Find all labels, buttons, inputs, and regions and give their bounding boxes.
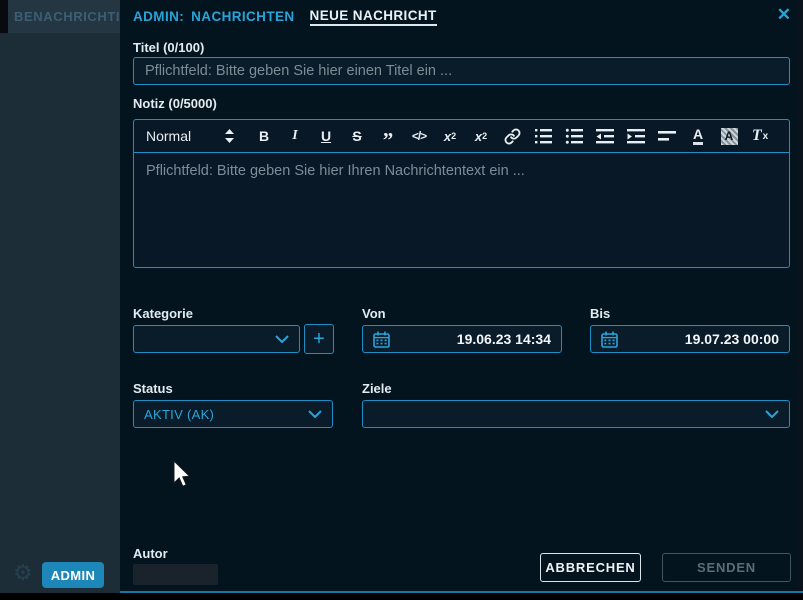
background-color-icon[interactable]: A (719, 124, 739, 148)
send-button: SENDEN (662, 553, 791, 582)
bis-label: Bis (590, 306, 610, 321)
calendar-icon (601, 331, 618, 348)
bullet-list-icon[interactable] (564, 124, 584, 148)
chevron-down-icon (765, 410, 779, 418)
bold-button[interactable]: B (254, 124, 274, 148)
autor-value-box (133, 564, 218, 585)
bis-value: 19.07.23 00:00 (685, 331, 779, 347)
von-label: Von (362, 306, 386, 321)
superscript-button[interactable]: x2 (471, 124, 491, 148)
close-icon[interactable]: ✕ (777, 5, 791, 25)
underline-button[interactable]: U (316, 124, 336, 148)
status-select[interactable]: AKTIV (AK) (133, 400, 333, 428)
autor-label: Autor (133, 546, 168, 561)
tab-neue-nachricht[interactable]: NEUE NACHRICHT (310, 8, 437, 26)
background-page-sidebar: BENACHRICHTIG ⚙ ADMIN (0, 0, 120, 593)
code-button[interactable]: </> (409, 124, 429, 148)
von-datepicker[interactable]: 19.06.23 14:34 (362, 325, 562, 353)
settings-gear-icon[interactable]: ⚙ (13, 560, 33, 586)
breadcrumb: ADMIN: NACHRICHTEN NEUE NACHRICHT (133, 0, 437, 33)
chevron-down-icon (275, 335, 289, 343)
titel-label: Titel (0/100) (133, 40, 204, 55)
status-value: AKTIV (AK) (144, 407, 214, 422)
indent-icon[interactable] (626, 124, 646, 148)
status-label: Status (133, 381, 173, 396)
bis-datepicker[interactable]: 19.07.23 00:00 (590, 325, 790, 353)
cancel-button[interactable]: ABBRECHEN (540, 553, 641, 582)
breadcrumb-nachrichten[interactable]: NACHRICHTEN (191, 9, 294, 24)
kategorie-select[interactable] (133, 325, 300, 353)
background-page-title: BENACHRICHTIG (14, 0, 120, 33)
notiz-label: Notiz (0/5000) (133, 96, 217, 111)
breadcrumb-admin: ADMIN: (133, 9, 184, 24)
chevron-down-icon (308, 410, 322, 418)
ziele-label: Ziele (362, 381, 392, 396)
von-value: 19.06.23 14:34 (457, 331, 551, 347)
new-message-dialog: ADMIN: NACHRICHTEN NEUE NACHRICHT ✕ Tite… (120, 0, 803, 593)
background-page-header: BENACHRICHTIG (0, 0, 120, 33)
ziele-select[interactable] (362, 400, 790, 428)
italic-button[interactable]: I (285, 124, 305, 148)
kategorie-label: Kategorie (133, 306, 193, 321)
paragraph-style-value: Normal (146, 128, 191, 144)
updown-arrows-icon (225, 129, 234, 143)
rich-text-editor: Normal B I U S ” </> x2 x2 (133, 119, 790, 268)
outdent-icon[interactable] (595, 124, 615, 148)
calendar-icon (373, 331, 390, 348)
admin-button[interactable]: ADMIN (42, 562, 104, 588)
subscript-button[interactable]: x2 (440, 124, 460, 148)
link-icon[interactable] (502, 124, 522, 148)
text-color-icon[interactable]: A (688, 124, 708, 148)
add-category-button[interactable]: + (304, 324, 334, 354)
titel-input[interactable] (133, 57, 790, 85)
notiz-editor-area[interactable]: Pflichtfeld: Bitte geben Sie hier Ihren … (134, 153, 789, 268)
strikethrough-button[interactable]: S (347, 124, 367, 148)
clear-formatting-icon[interactable]: Tx (750, 124, 770, 148)
ordered-list-icon[interactable] (533, 124, 553, 148)
right-scrollbar[interactable] (797, 0, 803, 591)
editor-toolbar: Normal B I U S ” </> x2 x2 (134, 120, 789, 153)
page-edge-strip (0, 0, 8, 33)
blockquote-button[interactable]: ” (378, 124, 398, 148)
paragraph-style-picker[interactable]: Normal (146, 128, 234, 144)
align-icon[interactable] (657, 124, 677, 148)
